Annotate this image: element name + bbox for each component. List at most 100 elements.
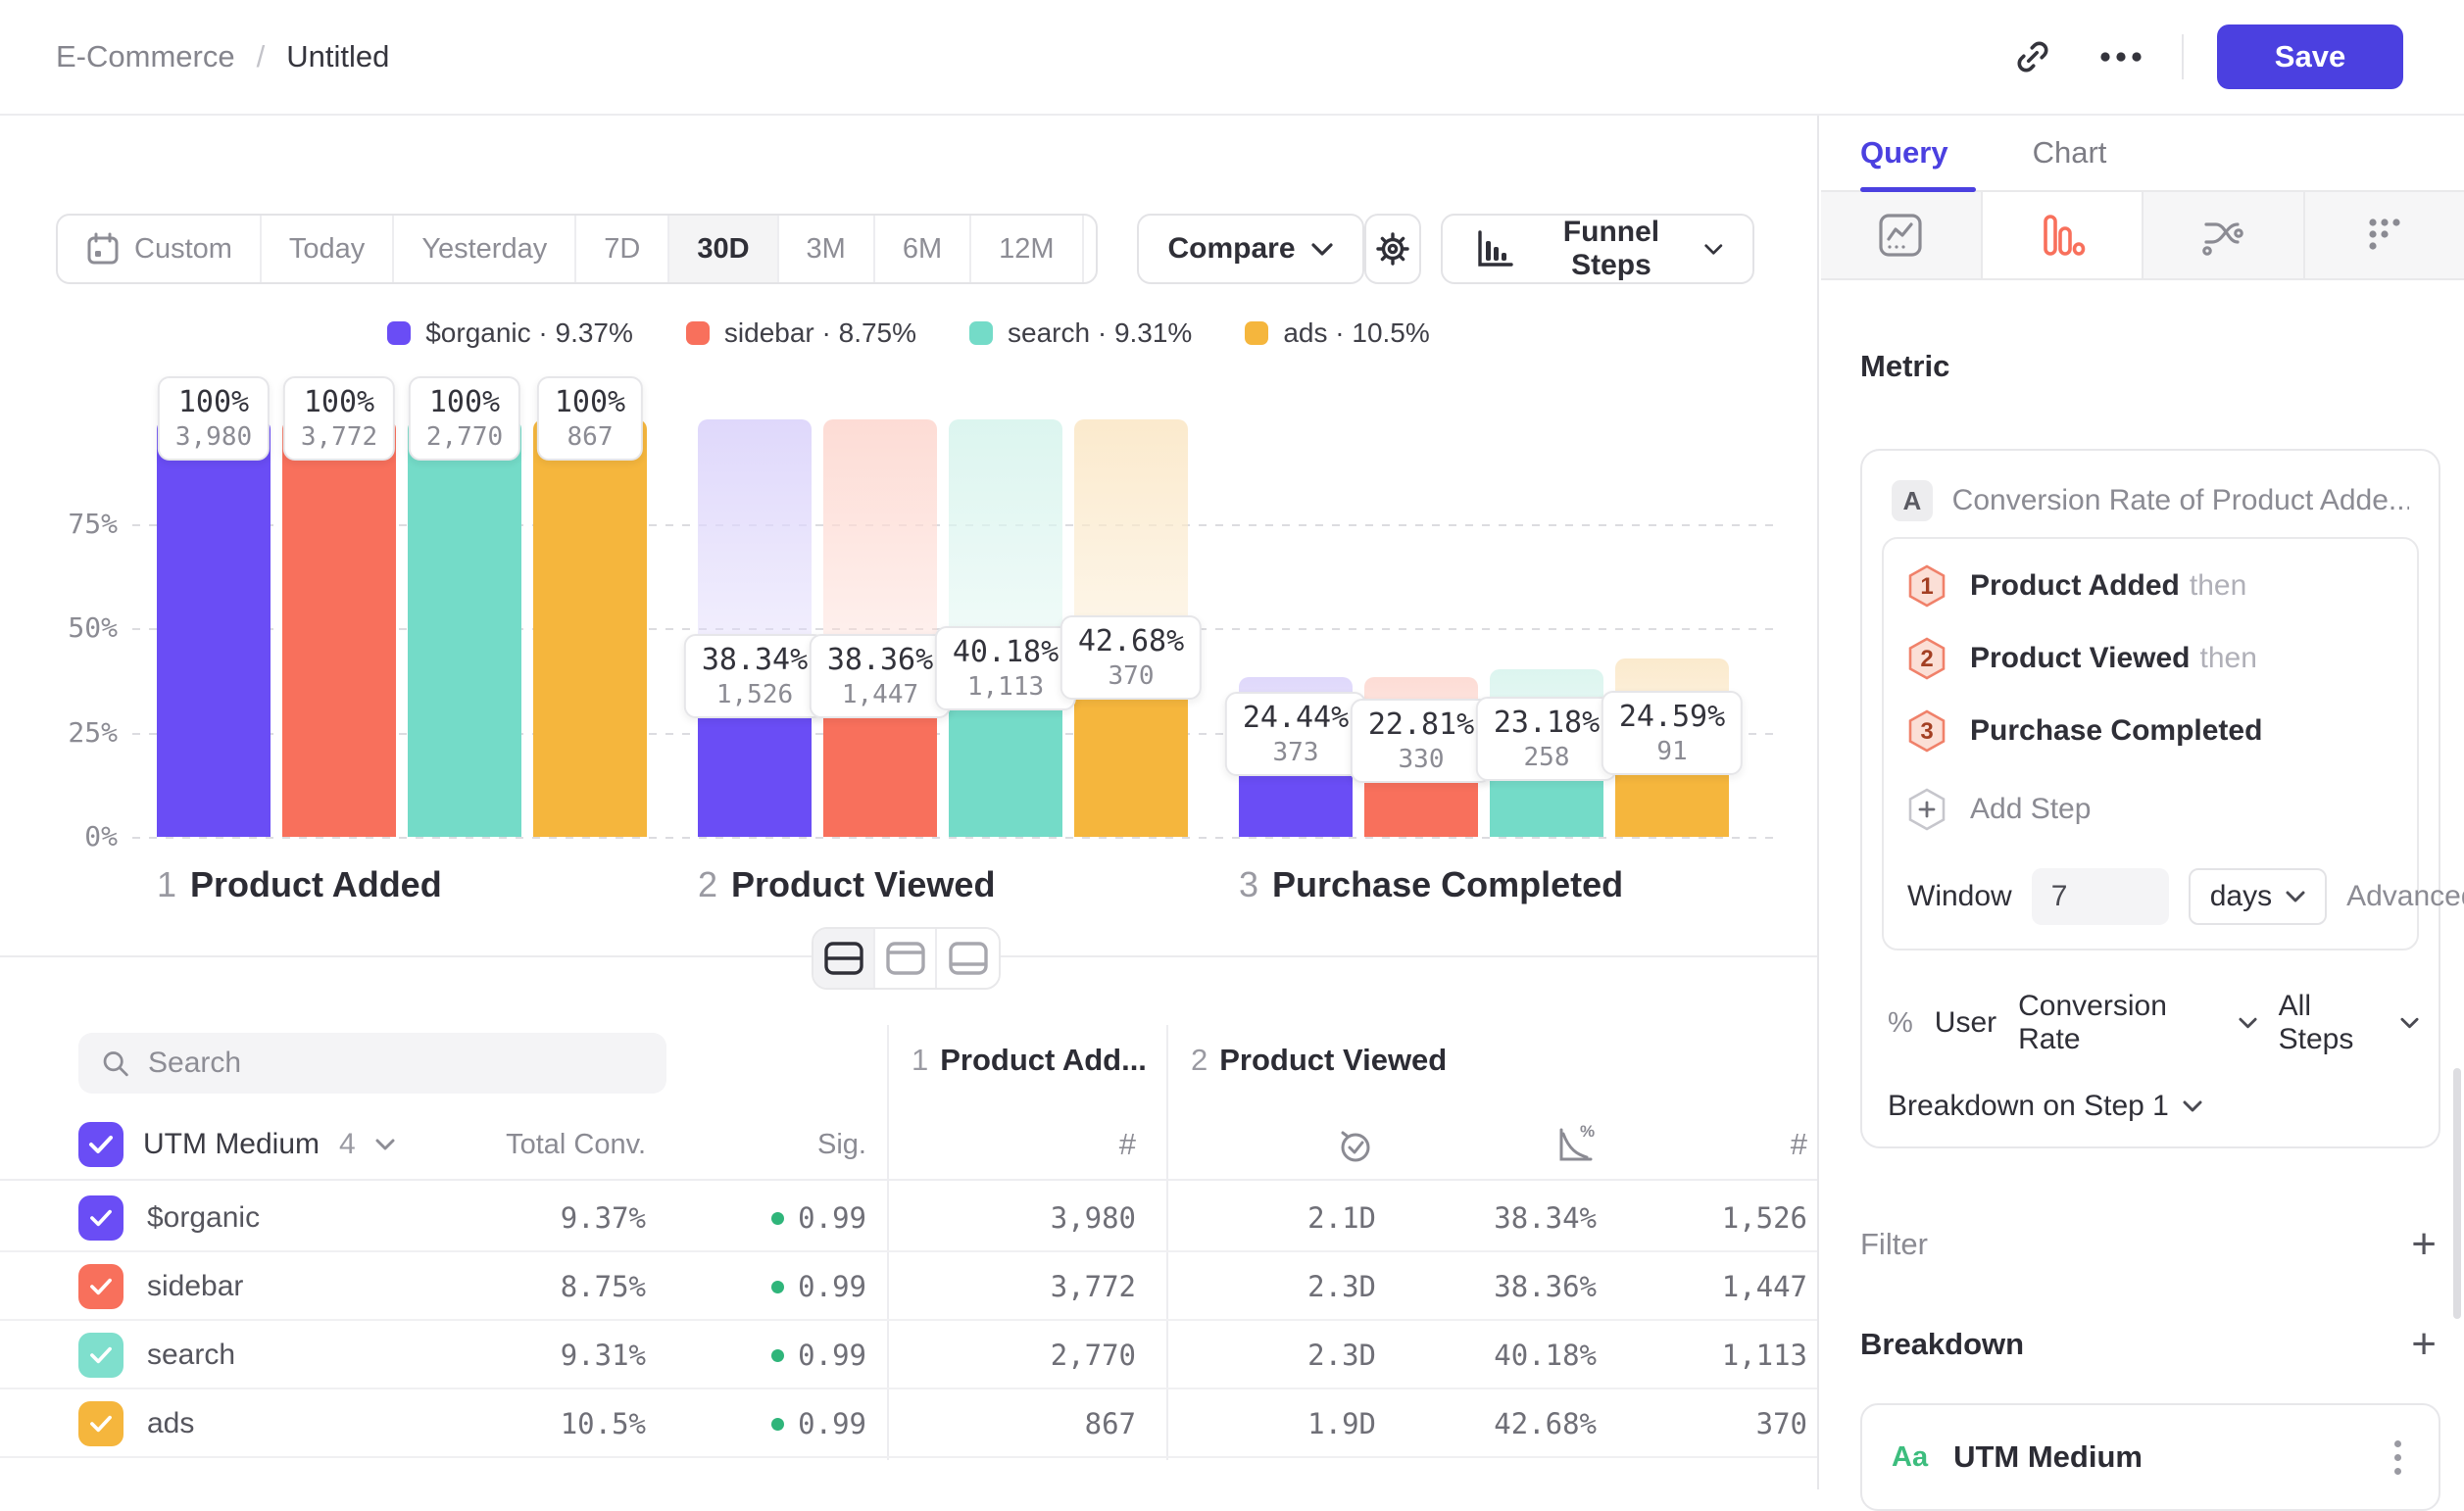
report-type-insights[interactable] (1821, 192, 1983, 278)
add-breakdown-button[interactable]: + (2411, 1325, 2437, 1364)
row-checkbox[interactable] (78, 1401, 123, 1446)
row-checkbox[interactable] (78, 1195, 123, 1241)
save-button[interactable]: Save (2217, 24, 2403, 89)
col-header-sig[interactable]: Sig. (817, 1112, 866, 1177)
funnel-bar-1-sidebar[interactable] (282, 419, 396, 837)
advanced-toggle[interactable]: Advanced (2346, 880, 2464, 913)
range-7d[interactable]: 7D (576, 216, 669, 282)
breakdown-property-card[interactable]: Aa UTM Medium (1860, 1403, 2440, 1511)
chevron-down-icon (1311, 243, 1333, 256)
breakdown-column-label[interactable]: UTM Medium (143, 1128, 320, 1161)
col-header-step1-count[interactable]: # (1119, 1112, 1136, 1177)
table-step1-header: 1Product Add... (912, 1043, 1147, 1078)
select-all-checkbox[interactable] (78, 1122, 123, 1167)
metric-title: Conversion Rate of Product Adde... (1952, 484, 2409, 517)
scrollbar-thumb[interactable] (2453, 1068, 2461, 1319)
funnel-bar-1-organic[interactable] (157, 419, 271, 837)
chart-type-dropdown[interactable]: Funnel Steps (1441, 214, 1754, 284)
topbar-divider (2182, 34, 2184, 79)
range-12m[interactable]: 12M (971, 216, 1083, 282)
legend-item-sidebar[interactable]: sidebar · 8.75% (686, 317, 916, 349)
cell-total-conv: 8.75% (561, 1252, 646, 1321)
sig-dot (771, 1349, 784, 1362)
report-type-funnels[interactable] (1983, 192, 2144, 278)
breadcrumb-report-title[interactable]: Untitled (286, 39, 389, 74)
compare-button[interactable]: Compare (1137, 214, 1364, 284)
retention-icon (2360, 211, 2409, 260)
bar-pct: 100% (175, 384, 252, 421)
legend-item-ads[interactable]: ads · 10.5% (1245, 317, 1429, 349)
window-unit-select[interactable]: days (2189, 868, 2327, 925)
funnel-steps-card: 1Product Addedthen 2Product Viewedthen 3 Pu… (1882, 537, 2419, 950)
gridline (132, 837, 1779, 839)
query-step-1[interactable]: 1Product Addedthen (1907, 564, 2393, 608)
window-value-input[interactable] (2032, 868, 2169, 925)
step-event-name[interactable]: Product Viewed (1970, 642, 2191, 674)
add-filter-button[interactable]: + (2411, 1225, 2437, 1264)
metric-section-title: Metric (1860, 349, 2440, 384)
step-number-hexagon: 3 (1907, 709, 1947, 753)
step-event-name[interactable]: Purchase Completed (1970, 714, 2262, 747)
split-view-icon (824, 942, 863, 975)
metric-summary-row[interactable]: A Conversion Rate of Product Adde... (1882, 472, 2419, 537)
table-search[interactable] (78, 1033, 666, 1094)
chevron-down-icon[interactable] (375, 1139, 395, 1150)
bar-value-label: 42.68%370 (1060, 615, 1202, 700)
measure-type-dropdown[interactable]: Conversion Rate (2018, 990, 2257, 1056)
layout-chart-only-button[interactable] (875, 929, 937, 988)
breadcrumb-project[interactable]: E-Commerce (56, 39, 235, 74)
range-30d[interactable]: 30D (669, 216, 778, 282)
measure-scope-dropdown[interactable]: All Steps (2279, 990, 2419, 1056)
range-6m[interactable]: 6M (875, 216, 971, 282)
range-custom[interactable]: Custom (58, 216, 262, 282)
query-step-3[interactable]: 3 Purchase Completed (1907, 709, 2393, 753)
range-label: Yesterday (421, 233, 547, 266)
range-label: 12M (999, 233, 1054, 266)
layout-toggle (812, 927, 1001, 990)
report-type-strip (1821, 192, 2464, 280)
cell-step2-count: 1,526 (1722, 1184, 1807, 1252)
bar-count: 330 (1368, 744, 1474, 775)
metric-card: A Conversion Rate of Product Adde... 1Pr… (1860, 449, 2440, 1148)
tab-query[interactable]: Query (1860, 135, 1948, 171)
legend-label: ads · 10.5% (1283, 317, 1429, 349)
col-header-step2-count[interactable]: # (1791, 1112, 1807, 1177)
cell-total-conv: 9.31% (561, 1321, 646, 1389)
kebab-menu-icon[interactable] (2387, 1433, 2409, 1483)
range-today[interactable]: Today (262, 216, 394, 282)
add-step-button[interactable]: Add Step (1907, 788, 2393, 831)
bar-value-label: 100%867 (537, 376, 643, 461)
row-checkbox[interactable] (78, 1333, 123, 1378)
row-checkbox[interactable] (78, 1264, 123, 1309)
layout-table-only-button[interactable] (937, 929, 999, 988)
range-xtd[interactable]: XTD (1084, 216, 1098, 282)
query-step-2[interactable]: 2Product Viewedthen (1907, 637, 2393, 680)
bottom-panel-view-icon (949, 942, 988, 975)
step-event-name[interactable]: Product Added (1970, 569, 2180, 602)
report-type-flows[interactable] (2144, 192, 2305, 278)
funnel-bar-1-search[interactable] (408, 419, 521, 837)
share-link-button[interactable] (2005, 29, 2060, 84)
col-header-total-conv[interactable]: Total Conv. (506, 1112, 646, 1177)
col-header-conv-rate[interactable]: % (1552, 1112, 1597, 1177)
chevron-down-icon (1704, 243, 1723, 256)
cell-conv-rate: 40.18% (1494, 1321, 1597, 1389)
cell-step2-count: 1,447 (1722, 1252, 1807, 1321)
measure-actor[interactable]: User (1935, 1006, 1996, 1040)
search-input[interactable] (148, 1047, 645, 1080)
more-menu-button[interactable] (2094, 29, 2148, 84)
bar-pct: 100% (555, 384, 625, 421)
layout-split-button[interactable] (813, 929, 875, 988)
chart-settings-button[interactable] (1364, 214, 1422, 284)
report-type-retention[interactable] (2305, 192, 2464, 278)
legend-item-search[interactable]: search · 9.31% (969, 317, 1192, 349)
breakdown-on-step-dropdown[interactable]: Breakdown on Step 1 (1882, 1090, 2419, 1123)
range-3m[interactable]: 3M (779, 216, 875, 282)
range-yesterday[interactable]: Yesterday (394, 216, 576, 282)
funnel-bar-1-ads[interactable] (533, 419, 647, 837)
tab-chart[interactable]: Chart (2033, 135, 2107, 171)
col-header-time-to-convert[interactable] (1333, 1112, 1376, 1177)
legend-item-organic[interactable]: $organic · 9.37% (387, 317, 633, 349)
table-header-divider (0, 1179, 1817, 1181)
breadcrumb-separator: / (257, 39, 266, 74)
